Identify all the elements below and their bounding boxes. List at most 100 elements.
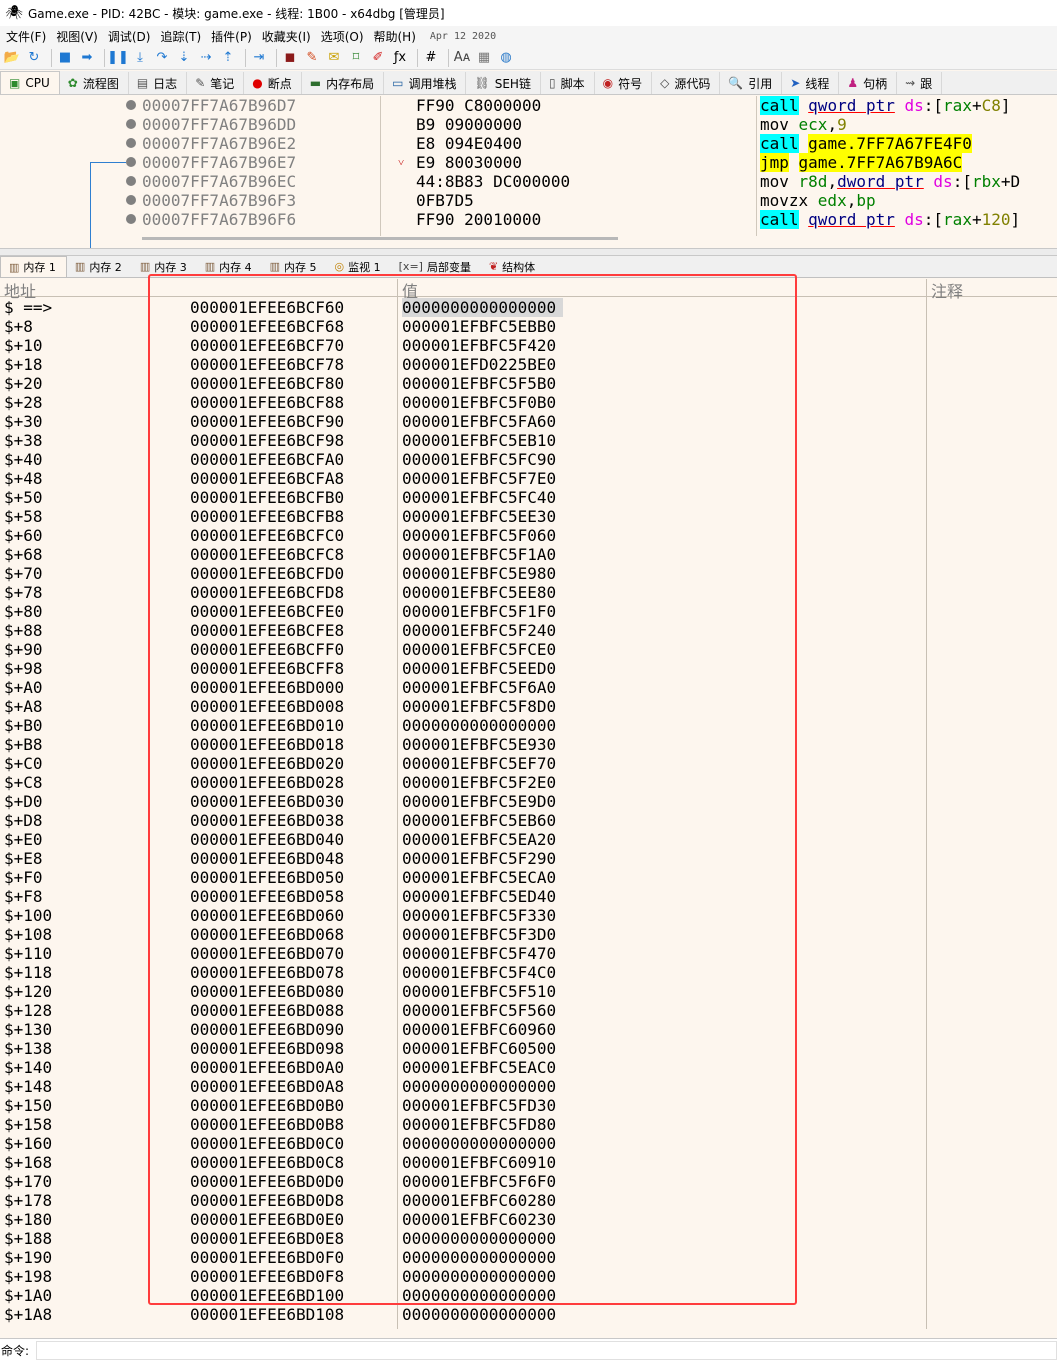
disasm-row[interactable]: 00007FF7A67B96E2 E8 094E0400 call game.7FF… <box>0 134 1057 153</box>
memory-dump-view[interactable]: 地址 值 注释 $ ==> 000001EFEE6BCF60 00000000000… <box>0 279 1057 1329</box>
breakpoint-marker[interactable] <box>126 195 136 205</box>
tab-breakpoint[interactable]: ● 断点 <box>244 72 302 94</box>
tab-seh[interactable]: ⛓ SEH链 <box>466 72 541 94</box>
dump-row[interactable]: $+178 000001EFEE6BD0D8 000001EFBFC60280 <box>0 1191 1057 1210</box>
dump-row[interactable]: $+150 000001EFEE6BD0B0 000001EFBFC5FD30 <box>0 1096 1057 1115</box>
run-icon[interactable]: ➡ <box>78 49 96 67</box>
dump-row[interactable]: $+110 000001EFEE6BD070 000001EFBFC5F470 <box>0 944 1057 963</box>
mem-tab-3[interactable]: ▥ 内存 3 <box>132 256 197 277</box>
dump-row[interactable]: $+158 000001EFEE6BD0B8 000001EFBFC5FD80 <box>0 1115 1057 1134</box>
breakpoint-marker[interactable] <box>126 119 136 129</box>
dump-row[interactable]: $+C0 000001EFEE6BD020 000001EFBFC5EF70 <box>0 754 1057 773</box>
dump-row[interactable]: $+170 000001EFEE6BD0D0 000001EFBFC5F6F0 <box>0 1172 1057 1191</box>
mem-tab-8[interactable]: ❦ 结构体 <box>481 256 545 277</box>
dump-row[interactable]: $+180 000001EFEE6BD0E0 000001EFBFC60230 <box>0 1210 1057 1229</box>
execute-till-return-icon[interactable]: ⇡ <box>219 49 237 67</box>
dump-row[interactable]: $+108 000001EFEE6BD068 000001EFBFC5F3D0 <box>0 925 1057 944</box>
dump-row[interactable]: $+40 000001EFEE6BCFA0 000001EFBFC5FC90 <box>0 450 1057 469</box>
function-icon[interactable]: ƒx <box>391 49 409 67</box>
dump-row[interactable]: $+48 000001EFEE6BCFA8 000001EFBFC5F7E0 <box>0 469 1057 488</box>
pause-icon[interactable]: ❚❚ <box>107 49 129 67</box>
dump-row[interactable]: $+30 000001EFEE6BCF90 000001EFBFC5FA60 <box>0 412 1057 431</box>
mem-tab-4[interactable]: ▥ 内存 4 <box>197 256 262 277</box>
tab-references[interactable]: 🔍 引用 <box>720 72 783 94</box>
tab-symbols[interactable]: ◉ 符号 <box>595 72 653 94</box>
disasm-row[interactable]: 00007FF7A67B96F3 0FB7D5 movzx edx,bp <box>0 191 1057 210</box>
run-to-user-code-icon[interactable]: ⇥ <box>250 49 268 67</box>
dump-row[interactable]: $+100 000001EFEE6BD060 000001EFBFC5F330 <box>0 906 1057 925</box>
dump-row[interactable]: $+78 000001EFEE6BCFD8 000001EFBFC5EE80 <box>0 583 1057 602</box>
disasm-row[interactable]: 00007FF7A67B96F6 FF90 20010000 call qword … <box>0 210 1057 229</box>
dump-row[interactable]: $+130 000001EFEE6BD090 000001EFBFC60960 <box>0 1020 1057 1039</box>
disassembly-view[interactable]: 00007FF7A67B96D7 FF90 C8000000 call qword … <box>0 96 1057 248</box>
bookmark-icon[interactable]: ✐ <box>369 49 387 67</box>
dump-row[interactable]: $+1A0 000001EFEE6BD100 0000000000000000 <box>0 1286 1057 1305</box>
mem-tab-1[interactable]: ▥ 内存 1 <box>0 256 67 277</box>
dump-row[interactable]: $+60 000001EFEE6BCFC0 000001EFBFC5F060 <box>0 526 1057 545</box>
dump-row[interactable]: $+D0 000001EFEE6BD030 000001EFBFC5E9D0 <box>0 792 1057 811</box>
menu-item[interactable]: 帮助(H) <box>372 28 424 45</box>
menu-item[interactable]: 选项(O) <box>319 28 372 45</box>
menu-item[interactable]: 视图(V) <box>54 28 106 45</box>
breakpoint-marker[interactable] <box>126 176 136 186</box>
dump-row[interactable]: $+120 000001EFEE6BD080 000001EFBFC5F510 <box>0 982 1057 1001</box>
dump-row[interactable]: $+50 000001EFEE6BCFB0 000001EFBFC5FC40 <box>0 488 1057 507</box>
dump-row[interactable]: $ ==> 000001EFEE6BCF60 0000000000000000 <box>0 298 1057 317</box>
stop-icon[interactable]: ■ <box>56 49 74 67</box>
disasm-row[interactable]: 00007FF7A67B96D7 FF90 C8000000 call qword … <box>0 96 1057 115</box>
breakpoint-marker[interactable] <box>126 100 136 110</box>
dump-row[interactable]: $+38 000001EFEE6BCF98 000001EFBFC5EB10 <box>0 431 1057 450</box>
step-into-icon[interactable]: ⤓ <box>131 49 149 67</box>
dump-row[interactable]: $+28 000001EFEE6BCF88 000001EFBFC5F0B0 <box>0 393 1057 412</box>
tab-call-stack[interactable]: ▭ 调用堆栈 <box>384 72 467 94</box>
dump-row[interactable]: $+8 000001EFEE6BCF68 000001EFBFC5EBB0 <box>0 317 1057 336</box>
tab-script[interactable]: ▯ 脚本 <box>541 72 595 94</box>
dump-row[interactable]: $+D8 000001EFEE6BD038 000001EFBFC5EB60 <box>0 811 1057 830</box>
mem-tab-2[interactable]: ▥ 内存 2 <box>67 256 132 277</box>
tab-notes[interactable]: ✎ 笔记 <box>187 72 245 94</box>
dump-row[interactable]: $+F0 000001EFEE6BD050 000001EFBFC5ECA0 <box>0 868 1057 887</box>
dump-row[interactable]: $+E8 000001EFEE6BD048 000001EFBFC5F290 <box>0 849 1057 868</box>
dump-row[interactable]: $+138 000001EFEE6BD098 000001EFBFC60500 <box>0 1039 1057 1058</box>
breakpoint-marker[interactable] <box>126 138 136 148</box>
dump-row[interactable]: $+E0 000001EFEE6BD040 000001EFBFC5EA20 <box>0 830 1057 849</box>
dump-row[interactable]: $+198 000001EFEE6BD0F8 0000000000000000 <box>0 1267 1057 1286</box>
dump-row[interactable]: $+140 000001EFEE6BD0A0 000001EFBFC5EAC0 <box>0 1058 1057 1077</box>
dump-row[interactable]: $+F8 000001EFEE6BD058 000001EFBFC5ED40 <box>0 887 1057 906</box>
trace-over-icon[interactable]: ⇢ <box>197 49 215 67</box>
step-over-icon[interactable]: ↷ <box>153 49 171 67</box>
dump-row[interactable]: $+148 000001EFEE6BD0A8 0000000000000000 <box>0 1077 1057 1096</box>
dump-row[interactable]: $+A0 000001EFEE6BD000 000001EFBFC5F6A0 <box>0 678 1057 697</box>
open-icon[interactable]: 📂 <box>3 49 21 67</box>
horizontal-scrollbar[interactable] <box>142 237 618 240</box>
label-icon[interactable]: ⌑ <box>347 49 365 67</box>
dump-row[interactable]: $+C8 000001EFEE6BD028 000001EFBFC5F2E0 <box>0 773 1057 792</box>
dump-row[interactable]: $+10 000001EFEE6BCF70 000001EFBFC5F420 <box>0 336 1057 355</box>
dump-row[interactable]: $+68 000001EFEE6BCFC8 000001EFBFC5F1A0 <box>0 545 1057 564</box>
dump-row[interactable]: $+190 000001EFEE6BD0F0 0000000000000000 <box>0 1248 1057 1267</box>
font-size-icon[interactable]: Aᴀ <box>453 49 471 67</box>
breakpoint-marker[interactable] <box>126 157 136 167</box>
mem-tab-7[interactable]: [x=] 局部变量 <box>391 256 481 277</box>
dump-row[interactable]: $+160 000001EFEE6BD0C0 0000000000000000 <box>0 1134 1057 1153</box>
dump-row[interactable]: $+90 000001EFEE6BCFF0 000001EFBFC5FCE0 <box>0 640 1057 659</box>
tab-handles[interactable]: ♟ 句柄 <box>839 72 898 94</box>
dump-row[interactable]: $+B0 000001EFEE6BD010 0000000000000000 <box>0 716 1057 735</box>
restart-icon[interactable]: ↻ <box>25 49 43 67</box>
menu-item[interactable]: 调试(D) <box>106 28 159 45</box>
menu-item[interactable]: 收藏夹(I) <box>260 28 319 45</box>
hash-icon[interactable]: # <box>422 49 440 67</box>
dump-row[interactable]: $+128 000001EFEE6BD088 000001EFBFC5F560 <box>0 1001 1057 1020</box>
menu-item[interactable]: 追踪(T) <box>158 28 209 45</box>
tab-memory-map[interactable]: ▬ 内存布局 <box>302 72 385 94</box>
dump-row[interactable]: $+168 000001EFEE6BD0C8 000001EFBFC60910 <box>0 1153 1057 1172</box>
dump-row[interactable]: $+1A8 000001EFEE6BD108 0000000000000000 <box>0 1305 1057 1324</box>
patch-icon[interactable]: ✎ <box>303 49 321 67</box>
dump-row[interactable]: $+80 000001EFEE6BCFE0 000001EFBFC5F1F0 <box>0 602 1057 621</box>
dump-row[interactable]: $+58 000001EFEE6BCFB8 000001EFBFC5EE30 <box>0 507 1057 526</box>
mem-tab-6[interactable]: ◎ 监视 1 <box>327 256 391 277</box>
dump-row[interactable]: $+A8 000001EFEE6BD008 000001EFBFC5F8D0 <box>0 697 1057 716</box>
disasm-row[interactable]: 00007FF7A67B96EC 44:8B83 DC000000 mov r8d,… <box>0 172 1057 191</box>
pane-splitter[interactable] <box>0 248 1057 256</box>
dump-row[interactable]: $+18 000001EFEE6BCF78 000001EFD0225BE0 <box>0 355 1057 374</box>
